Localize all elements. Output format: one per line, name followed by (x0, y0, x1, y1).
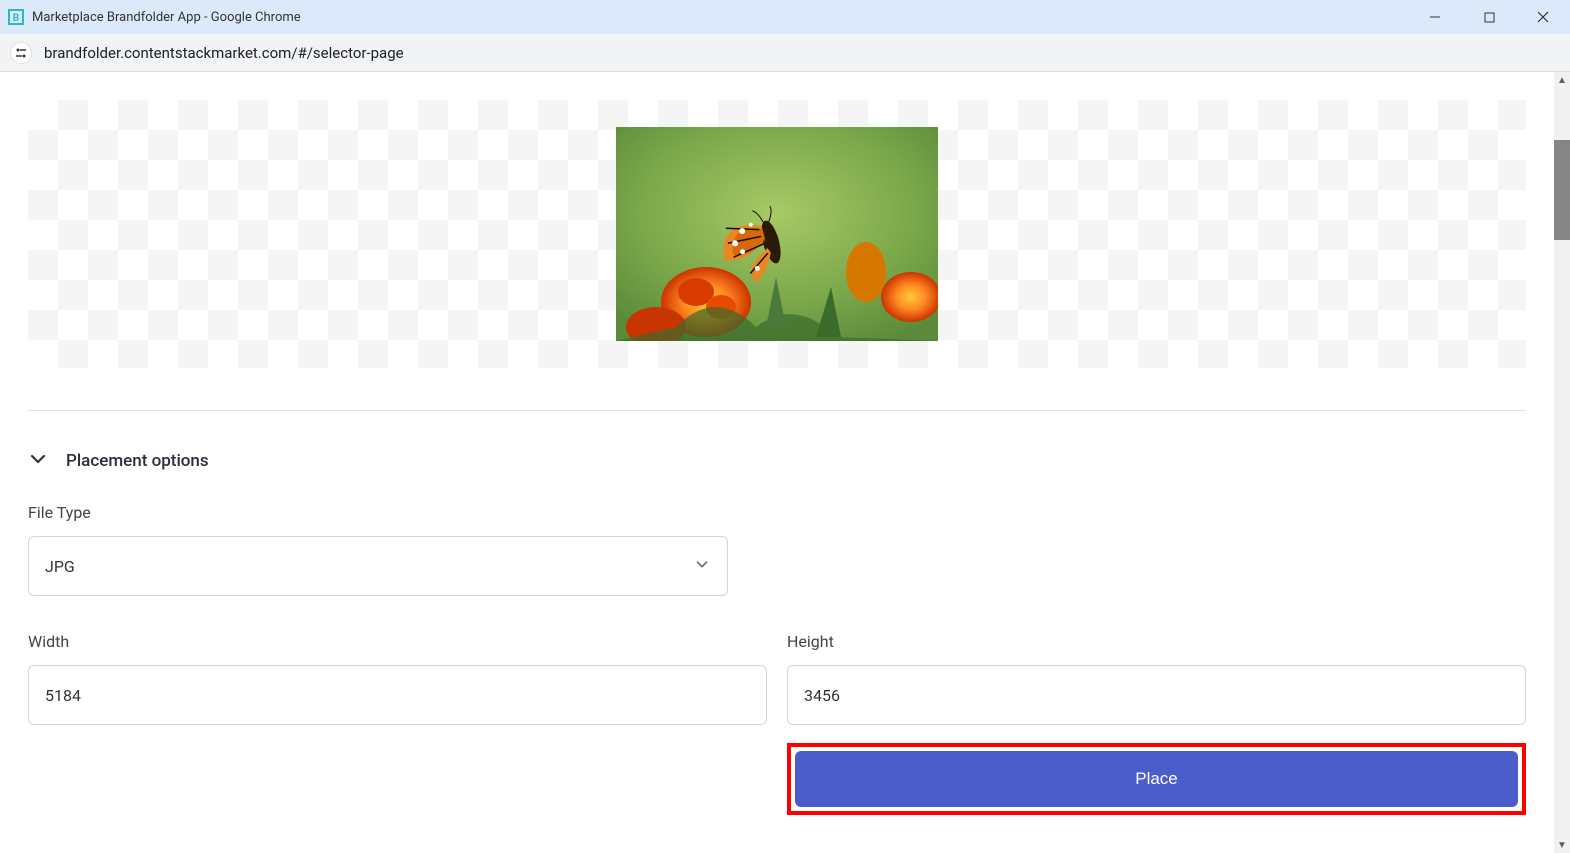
window-titlebar: B Marketplace Brandfolder App - Google C… (0, 0, 1570, 34)
site-settings-icon[interactable] (10, 42, 32, 64)
section-title: Placement options (66, 451, 209, 471)
file-type-select[interactable]: JPG (28, 536, 728, 596)
file-type-label: File Type (28, 503, 1526, 522)
scroll-up-arrow-icon[interactable]: ▲ (1554, 72, 1570, 88)
chevron-down-icon (693, 555, 711, 577)
placement-options-header[interactable]: Placement options (28, 449, 1526, 473)
app-icon: B (8, 9, 24, 25)
place-button[interactable]: Place (795, 751, 1518, 807)
minimize-button[interactable] (1408, 0, 1462, 34)
scroll-thumb[interactable] (1554, 140, 1570, 240)
url-text[interactable]: brandfolder.contentstackmarket.com/#/sel… (44, 44, 404, 62)
preview-image (616, 127, 938, 341)
width-input[interactable] (28, 665, 767, 725)
window-title: Marketplace Brandfolder App - Google Chr… (32, 10, 301, 25)
chevron-down-icon (28, 449, 48, 473)
scrollbar[interactable]: ▲ ▼ (1554, 72, 1570, 853)
height-column: Height Place (787, 632, 1526, 815)
scroll-down-arrow-icon[interactable]: ▼ (1554, 837, 1570, 853)
maximize-button[interactable] (1462, 0, 1516, 34)
height-label: Height (787, 632, 1526, 651)
file-type-row: File Type JPG (28, 503, 1526, 596)
width-column: Width (28, 632, 767, 815)
divider (28, 410, 1526, 411)
height-input[interactable] (787, 665, 1526, 725)
svg-text:B: B (13, 13, 19, 24)
close-button[interactable] (1516, 0, 1570, 34)
place-button-highlight: Place (787, 743, 1526, 815)
width-label: Width (28, 632, 767, 651)
address-bar: brandfolder.contentstackmarket.com/#/sel… (0, 34, 1570, 72)
window-controls (1408, 0, 1570, 34)
page-content: Placement options File Type JPG Width He… (0, 72, 1554, 853)
image-preview-area (28, 100, 1526, 368)
file-type-value: JPG (45, 557, 75, 576)
